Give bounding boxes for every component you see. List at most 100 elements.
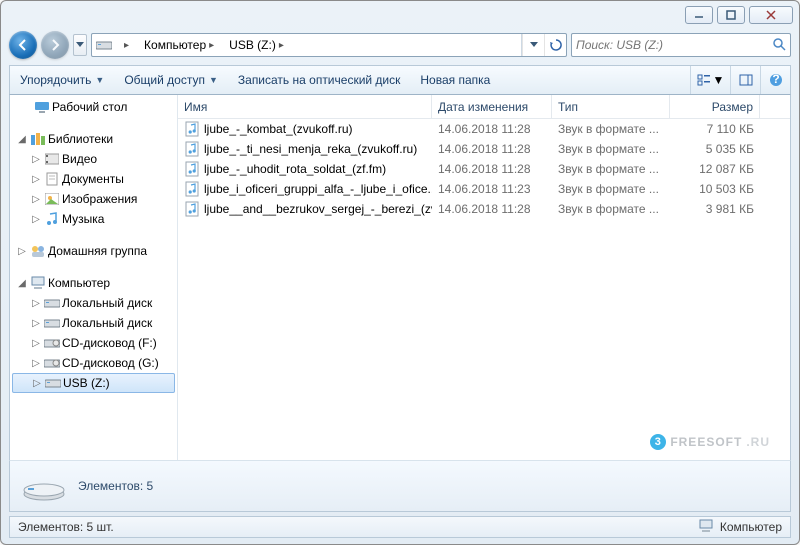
tree-localdisk-2[interactable]: ▷ Локальный диск — [10, 313, 177, 333]
expand-icon[interactable]: ▷ — [31, 378, 43, 389]
address-bar[interactable]: ▸ Компьютер ▸ USB (Z:) ▸ — [91, 33, 567, 57]
share-menu[interactable]: Общий доступ ▼ — [114, 66, 228, 94]
drive-icon — [44, 315, 60, 331]
close-button[interactable] — [749, 6, 793, 24]
file-size-cell: 10 503 КБ — [670, 182, 760, 196]
chevron-right-icon: ▸ — [279, 40, 284, 51]
file-date-cell: 14.06.2018 11:28 — [432, 202, 552, 216]
expand-icon[interactable]: ▷ — [30, 214, 42, 225]
drive-icon — [45, 375, 61, 391]
watermark-logo-icon: 3 — [650, 434, 666, 450]
status-right: Компьютер — [698, 518, 782, 537]
expand-icon[interactable]: ▷ — [30, 358, 42, 369]
video-icon — [44, 151, 60, 167]
forward-button[interactable] — [41, 31, 69, 59]
tree-label: Музыка — [62, 212, 104, 226]
address-bar-buttons — [521, 34, 566, 56]
tree-desktop[interactable]: Рабочий стол — [10, 97, 177, 117]
organize-menu[interactable]: Упорядочить ▼ — [10, 66, 114, 94]
tree-cddrive-f[interactable]: ▷ CD-дисковод (F:) — [10, 333, 177, 353]
tree-pictures[interactable]: ▷ Изображения — [10, 189, 177, 209]
tree-music[interactable]: ▷ Музыка — [10, 209, 177, 229]
preview-pane-button[interactable] — [730, 66, 760, 94]
collapse-icon[interactable]: ◢ — [16, 134, 28, 145]
tree-cddrive-g[interactable]: ▷ CD-дисковод (G:) — [10, 353, 177, 373]
search-input[interactable] — [576, 38, 768, 52]
file-row[interactable]: ljube__and__bezrukov_sergej_-_berezi_(zv… — [178, 199, 790, 219]
newfolder-label: Новая папка — [420, 73, 490, 87]
collapse-icon[interactable]: ◢ — [16, 278, 28, 289]
content-area: Рабочий стол ◢ Библиотеки ▷ Видео ▷ Доку… — [9, 95, 791, 460]
tree-libraries[interactable]: ◢ Библиотеки — [10, 129, 177, 149]
file-type-cell: Звук в формате ... — [552, 182, 670, 196]
tree-localdisk-1[interactable]: ▷ Локальный диск — [10, 293, 177, 313]
expand-icon[interactable]: ▷ — [30, 194, 42, 205]
tree-computer[interactable]: ◢ Компьютер — [10, 273, 177, 293]
file-list: Имя Дата изменения Тип Размер ljube_-_ko… — [178, 95, 790, 460]
command-bar: Упорядочить ▼ Общий доступ ▼ Записать на… — [9, 65, 791, 95]
tree-label: CD-дисковод (F:) — [62, 336, 157, 350]
column-date[interactable]: Дата изменения — [432, 95, 552, 118]
file-name: ljube_-_uhodit_rota_soldat_(zf.fm) — [204, 162, 386, 176]
file-date-cell: 14.06.2018 11:23 — [432, 182, 552, 196]
minimize-button[interactable] — [685, 6, 713, 24]
breadcrumb-chevron-root[interactable]: ▸ — [116, 34, 136, 56]
breadcrumb-label: USB (Z:) — [229, 38, 276, 52]
drive-icon — [92, 39, 116, 51]
expand-icon[interactable]: ▷ — [30, 318, 42, 329]
file-size-cell: 7 110 КБ — [670, 122, 760, 136]
tree-usb[interactable]: ▷ USB (Z:) — [12, 373, 175, 393]
tree-documents[interactable]: ▷ Документы — [10, 169, 177, 189]
breadcrumb-computer[interactable]: Компьютер ▸ — [136, 34, 221, 56]
refresh-button[interactable] — [544, 34, 566, 56]
column-name[interactable]: Имя — [178, 95, 432, 118]
tree-label: Домашняя группа — [48, 244, 147, 258]
expand-icon[interactable]: ▷ — [16, 246, 28, 257]
search-box[interactable] — [571, 33, 791, 57]
file-type-cell: Звук в формате ... — [552, 122, 670, 136]
file-row[interactable]: ljube_i_oficeri_gruppi_alfa_-_ljube_i_of… — [178, 179, 790, 199]
file-type-cell: Звук в формате ... — [552, 202, 670, 216]
view-options-button[interactable]: ▼ — [690, 66, 730, 94]
file-date-cell: 14.06.2018 11:28 — [432, 122, 552, 136]
tree-label: Изображения — [62, 192, 137, 206]
address-dropdown-button[interactable] — [522, 34, 544, 56]
music-icon — [44, 211, 60, 227]
expand-icon[interactable]: ▷ — [30, 154, 42, 165]
breadcrumb-current[interactable]: USB (Z:) ▸ — [221, 34, 291, 56]
tree-homegroup[interactable]: ▷ Домашняя группа — [10, 241, 177, 261]
burn-button[interactable]: Записать на оптический диск — [228, 66, 411, 94]
nav-history-dropdown[interactable] — [73, 34, 87, 56]
chevron-down-icon: ▼ — [209, 75, 218, 85]
audio-file-icon — [184, 201, 200, 217]
column-type[interactable]: Тип — [552, 95, 670, 118]
back-button[interactable] — [9, 31, 37, 59]
audio-file-icon — [184, 141, 200, 157]
audio-file-icon — [184, 121, 200, 137]
watermark: 3 FREESOFT.RU — [650, 434, 770, 450]
expand-icon[interactable]: ▷ — [30, 298, 42, 309]
svg-text:?: ? — [772, 73, 779, 86]
navigation-bar: ▸ Компьютер ▸ USB (Z:) ▸ — [9, 29, 791, 61]
computer-icon — [698, 518, 714, 537]
file-row[interactable]: ljube_-_uhodit_rota_soldat_(zf.fm)14.06.… — [178, 159, 790, 179]
column-size[interactable]: Размер — [670, 95, 760, 118]
file-size-cell: 3 981 КБ — [670, 202, 760, 216]
file-row[interactable]: ljube_-_kombat_(zvukoff.ru)14.06.2018 11… — [178, 119, 790, 139]
pictures-icon — [44, 191, 60, 207]
search-icon — [772, 37, 786, 54]
column-headers: Имя Дата изменения Тип Размер — [178, 95, 790, 119]
file-name: ljube__and__bezrukov_sergej_-_berezi_(zv… — [204, 202, 432, 216]
new-folder-button[interactable]: Новая папка — [410, 66, 500, 94]
tree-videos[interactable]: ▷ Видео — [10, 149, 177, 169]
expand-icon[interactable]: ▷ — [30, 174, 42, 185]
maximize-button[interactable] — [717, 6, 745, 24]
file-date-cell: 14.06.2018 11:28 — [432, 142, 552, 156]
file-name-cell: ljube_-_uhodit_rota_soldat_(zf.fm) — [178, 161, 432, 177]
help-button[interactable]: ? — [760, 66, 790, 94]
expand-icon[interactable]: ▷ — [30, 338, 42, 349]
audio-file-icon — [184, 181, 200, 197]
breadcrumb-label: Компьютер — [144, 38, 206, 52]
navigation-tree: Рабочий стол ◢ Библиотеки ▷ Видео ▷ Доку… — [10, 95, 178, 460]
file-row[interactable]: ljube_-_ti_nesi_menja_reka_(zvukoff.ru)1… — [178, 139, 790, 159]
